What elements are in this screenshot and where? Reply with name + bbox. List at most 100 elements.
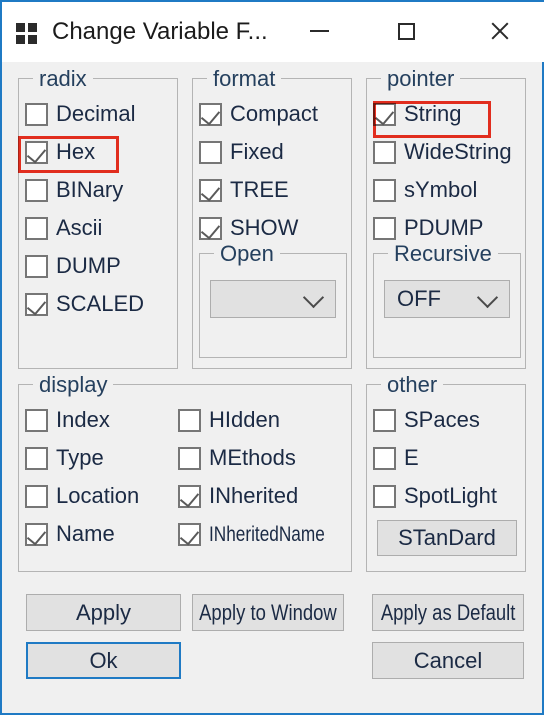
checkbox-spotlight[interactable]: SpotLight [373, 483, 497, 509]
checkbox-name[interactable]: Name [25, 521, 115, 547]
checkbox-label: Ascii [56, 215, 103, 240]
checkbox-box[interactable] [25, 484, 48, 508]
checkbox-label: TREE [230, 177, 289, 202]
checkbox-label: DUMP [56, 253, 121, 278]
checkbox-box[interactable] [373, 140, 396, 164]
checkbox-ascii[interactable]: Ascii [25, 215, 102, 241]
group-recursive-legend: Recursive [388, 241, 498, 267]
checkbox-decimal[interactable]: Decimal [25, 101, 135, 127]
group-pointer-legend: pointer [381, 66, 461, 92]
checkbox-box[interactable] [25, 178, 48, 202]
checkbox-box[interactable] [25, 216, 48, 240]
checkbox-location[interactable]: Location [25, 483, 139, 509]
checkbox-compact[interactable]: Compact [199, 101, 318, 127]
checkbox-label: Index [56, 407, 110, 432]
checkbox-label: Decimal [56, 101, 136, 126]
checkbox-box[interactable] [199, 178, 222, 202]
maximize-icon [397, 22, 415, 40]
cancel-button-label: Cancel [413, 647, 483, 673]
checkbox-label: BINary [56, 177, 124, 202]
checkbox-label: SpotLight [404, 483, 497, 508]
checkbox-box[interactable] [25, 102, 48, 126]
cancel-button[interactable]: Cancel [372, 642, 524, 679]
close-icon [489, 21, 509, 41]
checkbox-inheritedname[interactable]: INheritedName [178, 521, 350, 547]
checkbox-index[interactable]: Index [25, 407, 110, 433]
checkbox-fixed[interactable]: Fixed [199, 139, 284, 165]
checkbox-box[interactable] [373, 216, 396, 240]
group-radix: radix Decimal Hex BINary Ascii DUMP SCAL… [18, 66, 178, 369]
dialog-window: Change Variable F... radix Decimal Hex B… [0, 0, 544, 715]
ok-button-label: Ok [89, 647, 118, 673]
checkbox-box[interactable] [25, 408, 48, 432]
checkbox-label: sYmbol [404, 177, 478, 202]
apply-button-label: Apply [75, 599, 132, 625]
recursive-dropdown-value: OFF [397, 286, 441, 311]
checkbox-label: SPaces [404, 407, 480, 432]
checkbox-box[interactable] [199, 140, 222, 164]
checkbox-box[interactable] [25, 292, 48, 316]
checkbox-box[interactable] [178, 522, 201, 546]
checkbox-label: PDUMP [404, 215, 484, 240]
checkbox-box[interactable] [373, 446, 396, 470]
checkbox-dump[interactable]: DUMP [25, 253, 121, 279]
checkbox-box[interactable] [25, 446, 48, 470]
standard-button[interactable]: STanDard [377, 520, 517, 556]
checkbox-hex[interactable]: Hex [25, 139, 95, 165]
checkbox-e[interactable]: E [373, 445, 419, 471]
checkbox-hidden[interactable]: HIdden [178, 407, 280, 433]
checkbox-pdump[interactable]: PDUMP [373, 215, 483, 241]
title-bar: Change Variable F... [2, 0, 544, 62]
apply-as-default-button[interactable]: Apply as Default [372, 594, 524, 631]
checkbox-box[interactable] [373, 408, 396, 432]
checkbox-spaces[interactable]: SPaces [373, 407, 480, 433]
close-button[interactable] [469, 2, 529, 60]
checkbox-scaled[interactable]: SCALED [25, 291, 144, 317]
checkbox-label: WideString [404, 139, 512, 164]
checkbox-type[interactable]: Type [25, 445, 104, 471]
checkbox-box[interactable] [178, 408, 201, 432]
dialog-body: radix Decimal Hex BINary Ascii DUMP SCAL… [2, 62, 542, 713]
checkbox-box[interactable] [25, 522, 48, 546]
checkbox-show[interactable]: SHOW [199, 215, 298, 241]
checkbox-box[interactable] [25, 140, 48, 164]
checkbox-string[interactable]: String [373, 101, 461, 127]
apply-button[interactable]: Apply [26, 594, 181, 631]
group-pointer: pointer String WideString sYmbol PDUMP R… [366, 66, 526, 369]
checkbox-box[interactable] [199, 102, 222, 126]
checkbox-box[interactable] [373, 178, 396, 202]
checkbox-box[interactable] [373, 102, 396, 126]
maximize-button[interactable] [376, 2, 436, 60]
checkbox-symbol[interactable]: sYmbol [373, 177, 477, 203]
checkbox-inherited[interactable]: INherited [178, 483, 298, 509]
group-other-legend: other [381, 372, 444, 398]
checkbox-binary[interactable]: BINary [25, 177, 123, 203]
checkbox-tree[interactable]: TREE [199, 177, 289, 203]
apply-to-window-button-label: Apply to Window [199, 599, 337, 625]
checkbox-box[interactable] [25, 254, 48, 278]
checkbox-label: E [404, 445, 419, 470]
apply-as-default-button-label: Apply as Default [380, 599, 516, 625]
checkbox-label: Compact [230, 101, 319, 126]
checkbox-label: String [404, 101, 462, 126]
checkbox-label: SHOW [230, 215, 299, 240]
group-display-legend: display [33, 372, 114, 398]
checkbox-box[interactable] [178, 484, 201, 508]
ok-button[interactable]: Ok [26, 642, 181, 679]
checkbox-widestring[interactable]: WideString [373, 139, 512, 165]
checkbox-label: Fixed [230, 139, 284, 164]
checkbox-box[interactable] [199, 216, 222, 240]
checkbox-label: SCALED [56, 291, 145, 316]
checkbox-box[interactable] [373, 484, 396, 508]
group-open-legend: Open [214, 241, 280, 267]
minimize-button[interactable] [289, 2, 349, 60]
checkbox-methods[interactable]: MEthods [178, 445, 296, 471]
group-display: display Index Type Location Name HIdden [18, 372, 352, 572]
minimize-icon [309, 30, 329, 32]
checkbox-box[interactable] [178, 446, 201, 470]
recursive-dropdown[interactable]: OFF [384, 280, 510, 318]
checkbox-label: Name [56, 521, 115, 546]
checkbox-label: HIdden [209, 407, 280, 432]
open-dropdown[interactable] [210, 280, 336, 318]
apply-to-window-button[interactable]: Apply to Window [192, 594, 344, 631]
